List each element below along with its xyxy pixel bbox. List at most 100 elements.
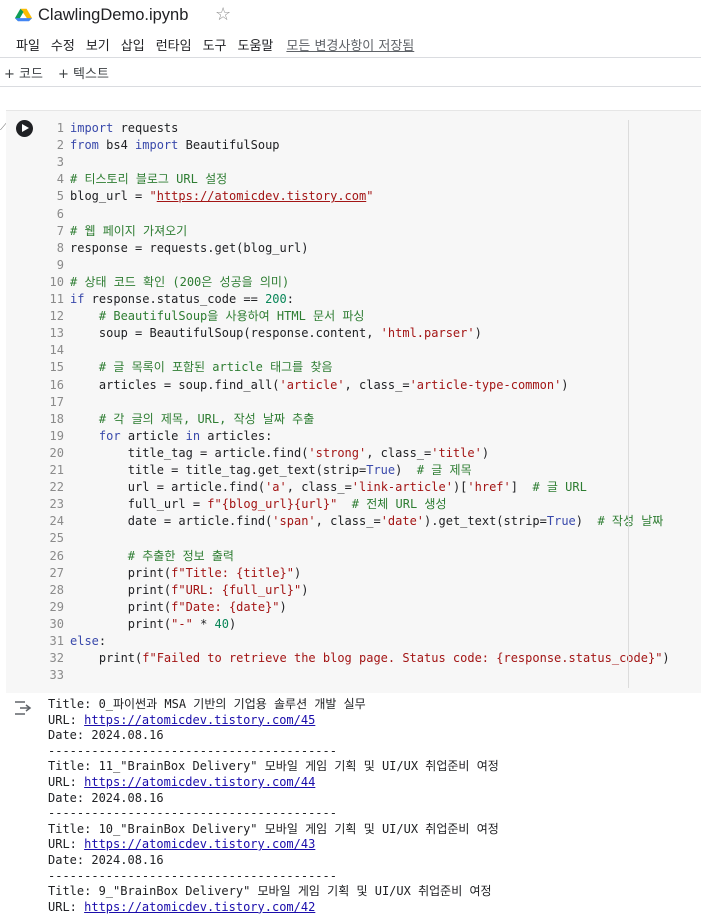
code-line[interactable]: 4 # 티스토리 블로그 URL 설정: [44, 170, 701, 188]
add-text-button[interactable]: + 텍스트: [58, 63, 109, 82]
code-token: 'title': [431, 445, 482, 460]
menu-view[interactable]: 보기: [86, 35, 110, 54]
output-menu-icon[interactable]: [14, 700, 32, 716]
code-line[interactable]: 19 for article in articles:: [44, 427, 701, 445]
output-line: Title: 11_"BrainBox Delivery" 모바일 게임 기획 …: [48, 759, 698, 775]
line-number: 11: [49, 292, 64, 306]
line-number: 13: [49, 326, 64, 341]
notebook-title[interactable]: ClawlingDemo.ipynb: [38, 6, 188, 25]
output-link[interactable]: https://atomicdev.tistory.com/43: [84, 837, 315, 851]
code-text: print("-" * 40): [70, 615, 236, 633]
menu-help[interactable]: 도움말: [238, 35, 274, 54]
code-token: )[: [452, 480, 468, 495]
star-icon[interactable]: ☆: [215, 4, 231, 25]
code-line[interactable]: 17: [44, 393, 701, 411]
line-number: 14: [49, 343, 64, 358]
output-text: ----------------------------------------: [48, 806, 337, 821]
output-link[interactable]: https://atomicdev.tistory.com/45: [84, 713, 315, 727]
code-line[interactable]: 9: [44, 256, 701, 274]
code-token: :: [98, 634, 107, 648]
code-token: ): [575, 514, 598, 529]
save-status-link[interactable]: 모든 변경사항이 저장됨: [286, 35, 414, 54]
output-line: Date: 2024.08.16: [48, 853, 698, 869]
code-line[interactable]: 11 if response.status_code == 200:: [44, 290, 701, 308]
code-line[interactable]: 29 print(f"Date: {date}"): [44, 598, 701, 616]
code-line[interactable]: 28 print(f"URL: {full_url}"): [44, 581, 701, 599]
output-line: Title: 0_파이썬과 MSA 기반의 기업용 솔루션 개발 실무: [48, 697, 698, 713]
menu-tools[interactable]: 도구: [203, 35, 227, 54]
code-line[interactable]: 1 import requests: [44, 119, 701, 137]
code-line[interactable]: 26 # 추출한 정보 출력: [44, 547, 701, 565]
code-token: print(: [70, 651, 143, 666]
code-line[interactable]: 22 url = article.find('a', class_='link-…: [44, 478, 701, 496]
output-text: URL:: [48, 712, 85, 727]
menu-edit[interactable]: 수정: [51, 35, 75, 54]
code-text: blog_url = "https://atomicdev.tistory.co…: [70, 187, 373, 205]
line-number: 8: [56, 240, 64, 255]
code-line[interactable]: 31 else:: [44, 632, 701, 650]
code-line[interactable]: 23 full_url = f"{blog_url}{url}" # 전체 UR…: [44, 495, 701, 513]
code-text: # 각 글의 제목, URL, 작성 날짜 추출: [70, 410, 314, 428]
menu-runtime[interactable]: 런타임: [156, 35, 192, 54]
code-editor[interactable]: 1 import requests 2 from bs4 import Beautif…: [44, 119, 701, 689]
code-token: 'href': [467, 480, 511, 495]
code-line[interactable]: 10 # 상태 코드 확인 (200은 성공을 의미): [44, 273, 701, 291]
code-line[interactable]: 15 # 글 목록이 포함된 article 태그를 찾음: [44, 358, 701, 376]
code-text: # 추출한 정보 출력: [70, 547, 234, 565]
code-line[interactable]: 25: [44, 529, 701, 547]
code-token: https://atomicdev.tistory.com: [156, 189, 367, 204]
code-line[interactable]: 13 soup = BeautifulSoup(response.content…: [44, 324, 701, 342]
code-line[interactable]: 30 print("-" * 40): [44, 615, 701, 633]
code-token: 'article-type-common': [409, 377, 562, 392]
code-line[interactable]: 12 # BeautifulSoup을 사용하여 HTML 문서 파싱: [44, 307, 701, 325]
code-token: f"Title: {title}": [171, 565, 294, 580]
code-token: from: [70, 138, 99, 153]
code-text: print(f"Title: {title}"): [70, 564, 301, 582]
code-line[interactable]: 16 articles = soup.find_all('article', c…: [44, 376, 701, 394]
output-line: ----------------------------------------: [48, 806, 698, 822]
add-code-button[interactable]: + 코드: [4, 63, 43, 82]
output-text: Date: 2024.08.16: [48, 728, 164, 743]
line-number: 22: [49, 480, 64, 495]
code-line[interactable]: 32 print(f"Failed to retrieve the blog p…: [44, 649, 701, 667]
run-cell-button[interactable]: [16, 120, 33, 137]
code-line[interactable]: 6: [44, 205, 701, 223]
code-line[interactable]: 18 # 각 글의 제목, URL, 작성 날짜 추출: [44, 410, 701, 428]
code-line[interactable]: 2 from bs4 import BeautifulSoup: [44, 136, 701, 154]
code-token: True: [546, 514, 576, 529]
cell-collapse-handle[interactable]: ⟋: [0, 122, 7, 134]
code-line[interactable]: 27 print(f"Title: {title}"): [44, 564, 701, 582]
menu-insert[interactable]: 삽입: [121, 35, 145, 54]
code-token: ): [474, 326, 482, 341]
code-line[interactable]: 8 response = requests.get(blog_url): [44, 239, 701, 257]
code-text: articles = soup.find_all('article', clas…: [70, 376, 569, 394]
code-line[interactable]: 5 blog_url = "https://atomicdev.tistory.c…: [44, 187, 701, 205]
code-token: # 웹 페이지 가져오기: [70, 223, 188, 238]
line-number: 31: [49, 634, 64, 648]
code-line[interactable]: 20 title_tag = article.find('strong', cl…: [44, 444, 701, 462]
output-link[interactable]: https://atomicdev.tistory.com/44: [84, 775, 315, 789]
code-token: import: [135, 138, 179, 153]
code-token: # 작성 날짜: [597, 514, 664, 529]
code-token: f"URL: {full_url}": [171, 582, 302, 597]
code-line[interactable]: 33: [44, 666, 701, 684]
code-token: soup = BeautifulSoup(response.content,: [70, 326, 381, 341]
code-line[interactable]: 21 title = title_tag.get_text(strip=True…: [44, 461, 701, 479]
output-text: Date: 2024.08.16: [48, 852, 164, 867]
line-number: 25: [49, 531, 64, 546]
code-text: date = article.find('span', class_='date…: [70, 512, 664, 530]
output-line: Date: 2024.08.16: [48, 728, 698, 744]
code-line[interactable]: 14: [44, 341, 701, 359]
output-link[interactable]: https://atomicdev.tistory.com/42: [84, 900, 315, 914]
code-token: 'span': [272, 514, 316, 529]
line-number: 9: [56, 257, 64, 272]
menu-file[interactable]: 파일: [16, 35, 40, 54]
line-number: 1: [56, 121, 64, 135]
code-token: ).get_text(strip=: [424, 514, 547, 529]
code-line[interactable]: 3: [44, 153, 701, 171]
code-line[interactable]: 24 date = article.find('span', class_='d…: [44, 512, 701, 530]
code-token: f"Date: {date}": [171, 599, 280, 614]
code-line[interactable]: 7 # 웹 페이지 가져오기: [44, 222, 701, 240]
output-line: URL: https://atomicdev.tistory.com/45: [48, 713, 698, 729]
code-token: url = article.find(: [70, 480, 266, 495]
